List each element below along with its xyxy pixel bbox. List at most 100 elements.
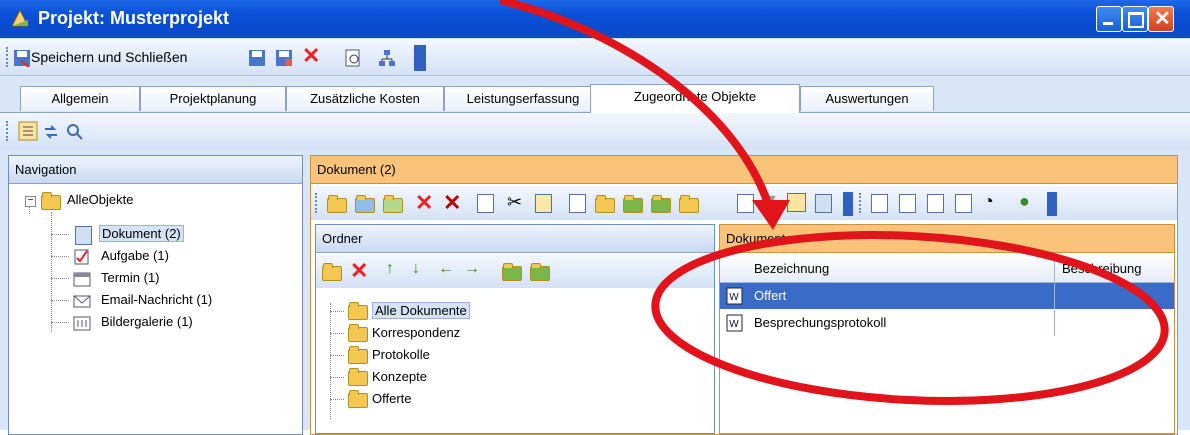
cell-bezeichnung: Besprechungsprotokoll	[754, 315, 887, 330]
move-up-icon[interactable]	[623, 195, 643, 213]
document-panel-header: Dokument (2)	[311, 156, 1177, 184]
export-folder-icon[interactable]	[530, 263, 550, 281]
folder-icon	[41, 192, 61, 210]
folder-icon	[348, 390, 368, 408]
open-folder-icon[interactable]	[595, 195, 615, 213]
cell-bezeichnung: Offert	[754, 288, 787, 303]
save-and-close-button[interactable]: Speichern und Schließen	[31, 49, 187, 65]
collapse-toggle[interactable]: −	[25, 196, 36, 207]
toolbar-grip[interactable]	[859, 193, 864, 213]
folder-options-icon[interactable]	[679, 195, 699, 213]
table-row[interactable]: W Offert	[720, 283, 1174, 309]
move-left-icon[interactable]: ←	[438, 260, 454, 278]
column-bezeichnung[interactable]: Bezeichnung	[754, 256, 829, 282]
delete-folder-icon[interactable]: ✕	[350, 258, 368, 284]
toolbar-grip[interactable]	[315, 193, 320, 213]
filter-icon[interactable]: ▼	[763, 192, 779, 210]
dokumente-panel: Dokumente Bezeichnung Beschreibung W Off…	[719, 224, 1175, 434]
tab-zusaetzliche-kosten[interactable]: Zusätzliche Kosten	[286, 86, 444, 111]
new-document-icon[interactable]	[355, 195, 375, 213]
print-icon[interactable]	[815, 194, 832, 213]
history-icon[interactable]	[955, 194, 972, 213]
folder-label: Alle Dokumente	[372, 302, 470, 319]
move-up-icon[interactable]: ↑	[386, 260, 394, 278]
dokumente-grid-header: Bezeichnung Beschreibung	[720, 256, 1174, 283]
copy-icon[interactable]	[477, 194, 494, 213]
toolbar-overflow-button[interactable]	[414, 45, 426, 71]
properties-icon[interactable]	[569, 194, 586, 213]
cut-icon[interactable]: ✂	[507, 192, 522, 213]
tab-auswertungen[interactable]: Auswertungen	[800, 86, 934, 111]
close-button[interactable]: ✕	[1148, 6, 1174, 32]
tree-item-termin[interactable]: Termin (1)	[101, 267, 160, 289]
tab-allgemein[interactable]: Allgemein	[20, 86, 140, 111]
tree-root-alleobjekte[interactable]: AlleObjekte	[67, 189, 133, 211]
toolbar-grip[interactable]	[6, 121, 11, 141]
link-icon[interactable]	[42, 123, 60, 141]
minimize-button[interactable]	[1096, 6, 1122, 32]
tab-projektplanung[interactable]: Projektplanung	[140, 86, 286, 111]
ordner-toolbar: ✕ ↑ ↓ ← →	[316, 254, 714, 288]
main-toolbar: Speichern und Schließen ✕	[0, 39, 1190, 76]
calendar-icon	[73, 272, 91, 287]
navigation-panel: Navigation − AlleObjekte Dokument (2) Au…	[8, 155, 303, 435]
folder-korrespondenz[interactable]: Korrespondenz	[372, 322, 460, 344]
document-icon	[75, 226, 92, 245]
move-right-icon[interactable]: →	[464, 260, 480, 278]
tree-item-aufgabe[interactable]: Aufgabe (1)	[101, 245, 169, 267]
preview-icon[interactable]	[344, 49, 362, 67]
import-icon[interactable]	[383, 195, 403, 213]
folder-offerte[interactable]: Offerte	[372, 388, 412, 410]
word-document-icon: W	[726, 314, 743, 332]
toolbar-overflow-button[interactable]	[1047, 192, 1057, 216]
folder-protokolle[interactable]: Protokolle	[372, 344, 430, 366]
check-out-icon[interactable]	[871, 194, 888, 213]
title-bar[interactable]: Projekt: Musterprojekt ✕	[0, 0, 1190, 38]
toolbar-overflow-button[interactable]	[843, 192, 853, 216]
svg-text:W: W	[729, 292, 739, 303]
folder-alle-dokumente[interactable]: Alle Dokumente	[372, 300, 470, 322]
save-close-icon	[14, 50, 30, 67]
gallery-icon	[73, 316, 91, 331]
maximize-button[interactable]	[1122, 6, 1148, 32]
list-view-icon[interactable]	[787, 193, 806, 212]
window-title: Projekt: Musterprojekt	[38, 8, 230, 28]
sync-icon[interactable]: ◔	[983, 191, 994, 212]
paste-icon[interactable]	[535, 194, 552, 213]
tab-leistungserfassung[interactable]: Leistungserfassung	[444, 86, 602, 111]
details-icon[interactable]	[737, 194, 754, 213]
delete-icon[interactable]: ✕	[415, 190, 433, 216]
check-in-icon[interactable]	[899, 194, 916, 213]
folder-icon	[348, 302, 368, 320]
save-as-icon[interactable]	[275, 49, 293, 67]
tab-zugeordnete-objekte[interactable]: Zugeordnete Objekte	[590, 84, 800, 113]
folder-icon	[348, 346, 368, 364]
view-toolbar	[0, 113, 1190, 149]
ordner-panel: Ordner ✕ ↑ ↓ ← → Alle Dokumente Korrespo…	[315, 224, 715, 434]
ordner-header: Ordner	[316, 225, 714, 253]
list-view-icon[interactable]	[18, 121, 38, 141]
search-icon[interactable]	[66, 123, 84, 141]
remove-link-icon[interactable]: ✕	[443, 190, 461, 216]
move-down-icon[interactable]	[651, 195, 671, 213]
app-icon	[11, 8, 29, 27]
share-icon[interactable]: ●	[1019, 191, 1030, 212]
new-folder-icon[interactable]	[322, 263, 342, 281]
table-row[interactable]: W Besprechungsprotokoll	[720, 310, 1174, 336]
folder-konzepte[interactable]: Konzepte	[372, 366, 427, 388]
tree-item-email[interactable]: Email-Nachricht (1)	[101, 289, 212, 311]
document-toolbar: ✕ ✕ ✂ ▼ ◔ ●	[311, 186, 1177, 220]
import-folder-icon[interactable]	[502, 263, 522, 281]
delete-icon[interactable]: ✕	[302, 43, 320, 69]
column-beschreibung[interactable]: Beschreibung	[1062, 256, 1142, 282]
toolbar-grip[interactable]	[6, 47, 11, 67]
version-icon[interactable]	[927, 194, 944, 213]
save-icon[interactable]	[248, 49, 266, 67]
tree-item-bildergalerie[interactable]: Bildergalerie (1)	[101, 311, 193, 333]
move-down-icon[interactable]: ↓	[412, 260, 420, 278]
email-icon	[73, 295, 91, 308]
network-icon[interactable]	[378, 49, 396, 67]
new-folder-icon[interactable]	[327, 195, 347, 213]
tree-item-dokument[interactable]: Dokument (2)	[99, 223, 184, 245]
task-icon	[74, 249, 89, 265]
